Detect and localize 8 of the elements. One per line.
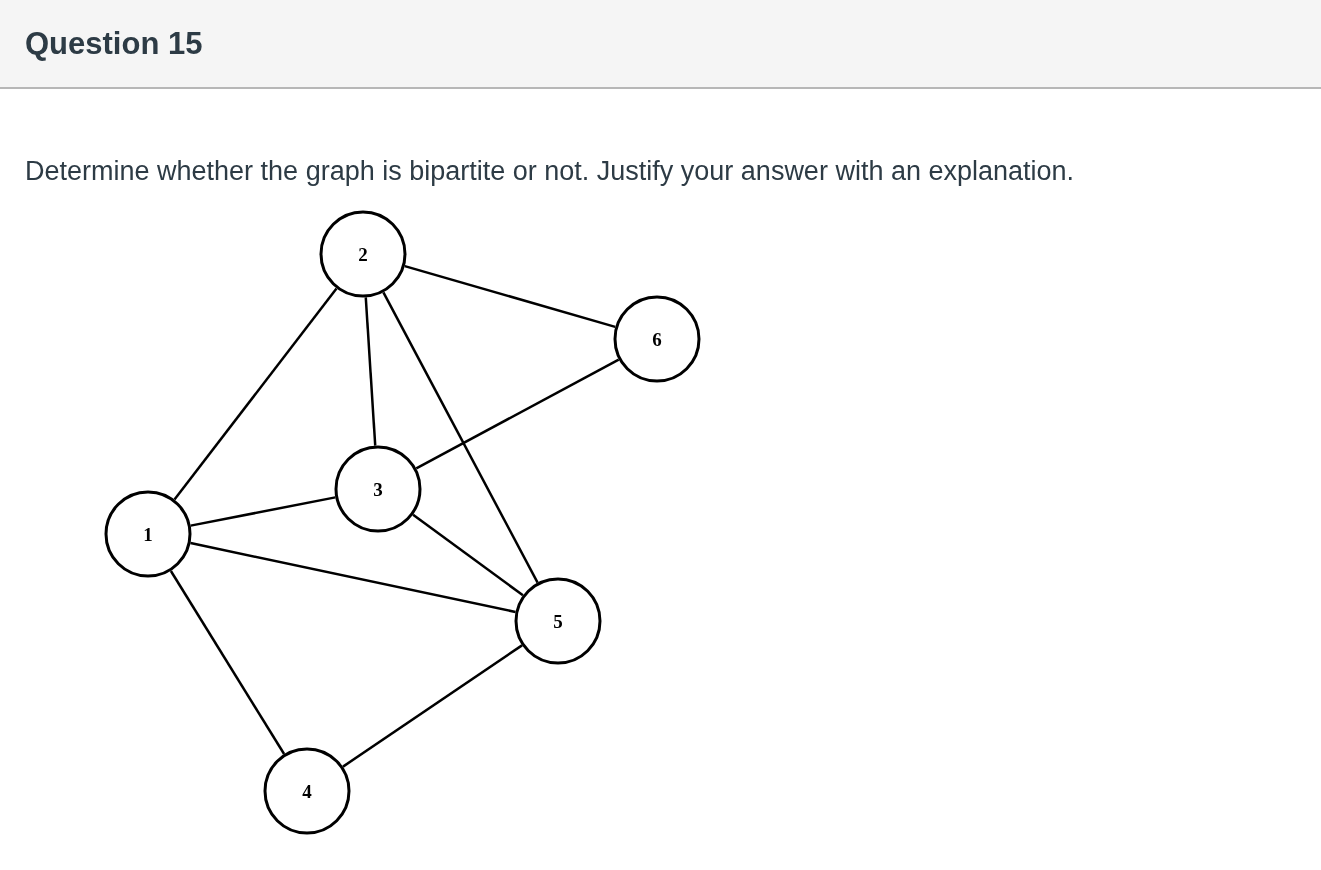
graph-node: 1	[104, 490, 192, 578]
graph-node: 5	[514, 577, 602, 665]
graph-node: 4	[263, 747, 351, 835]
graph-node: 6	[613, 295, 701, 383]
graph-node: 3	[334, 445, 422, 533]
graph-node: 2	[319, 210, 407, 298]
question-text: Determine whether the graph is bipartite or not. Justify your answer with an explanation.	[25, 156, 1076, 187]
question-title: Question 15	[25, 25, 203, 62]
